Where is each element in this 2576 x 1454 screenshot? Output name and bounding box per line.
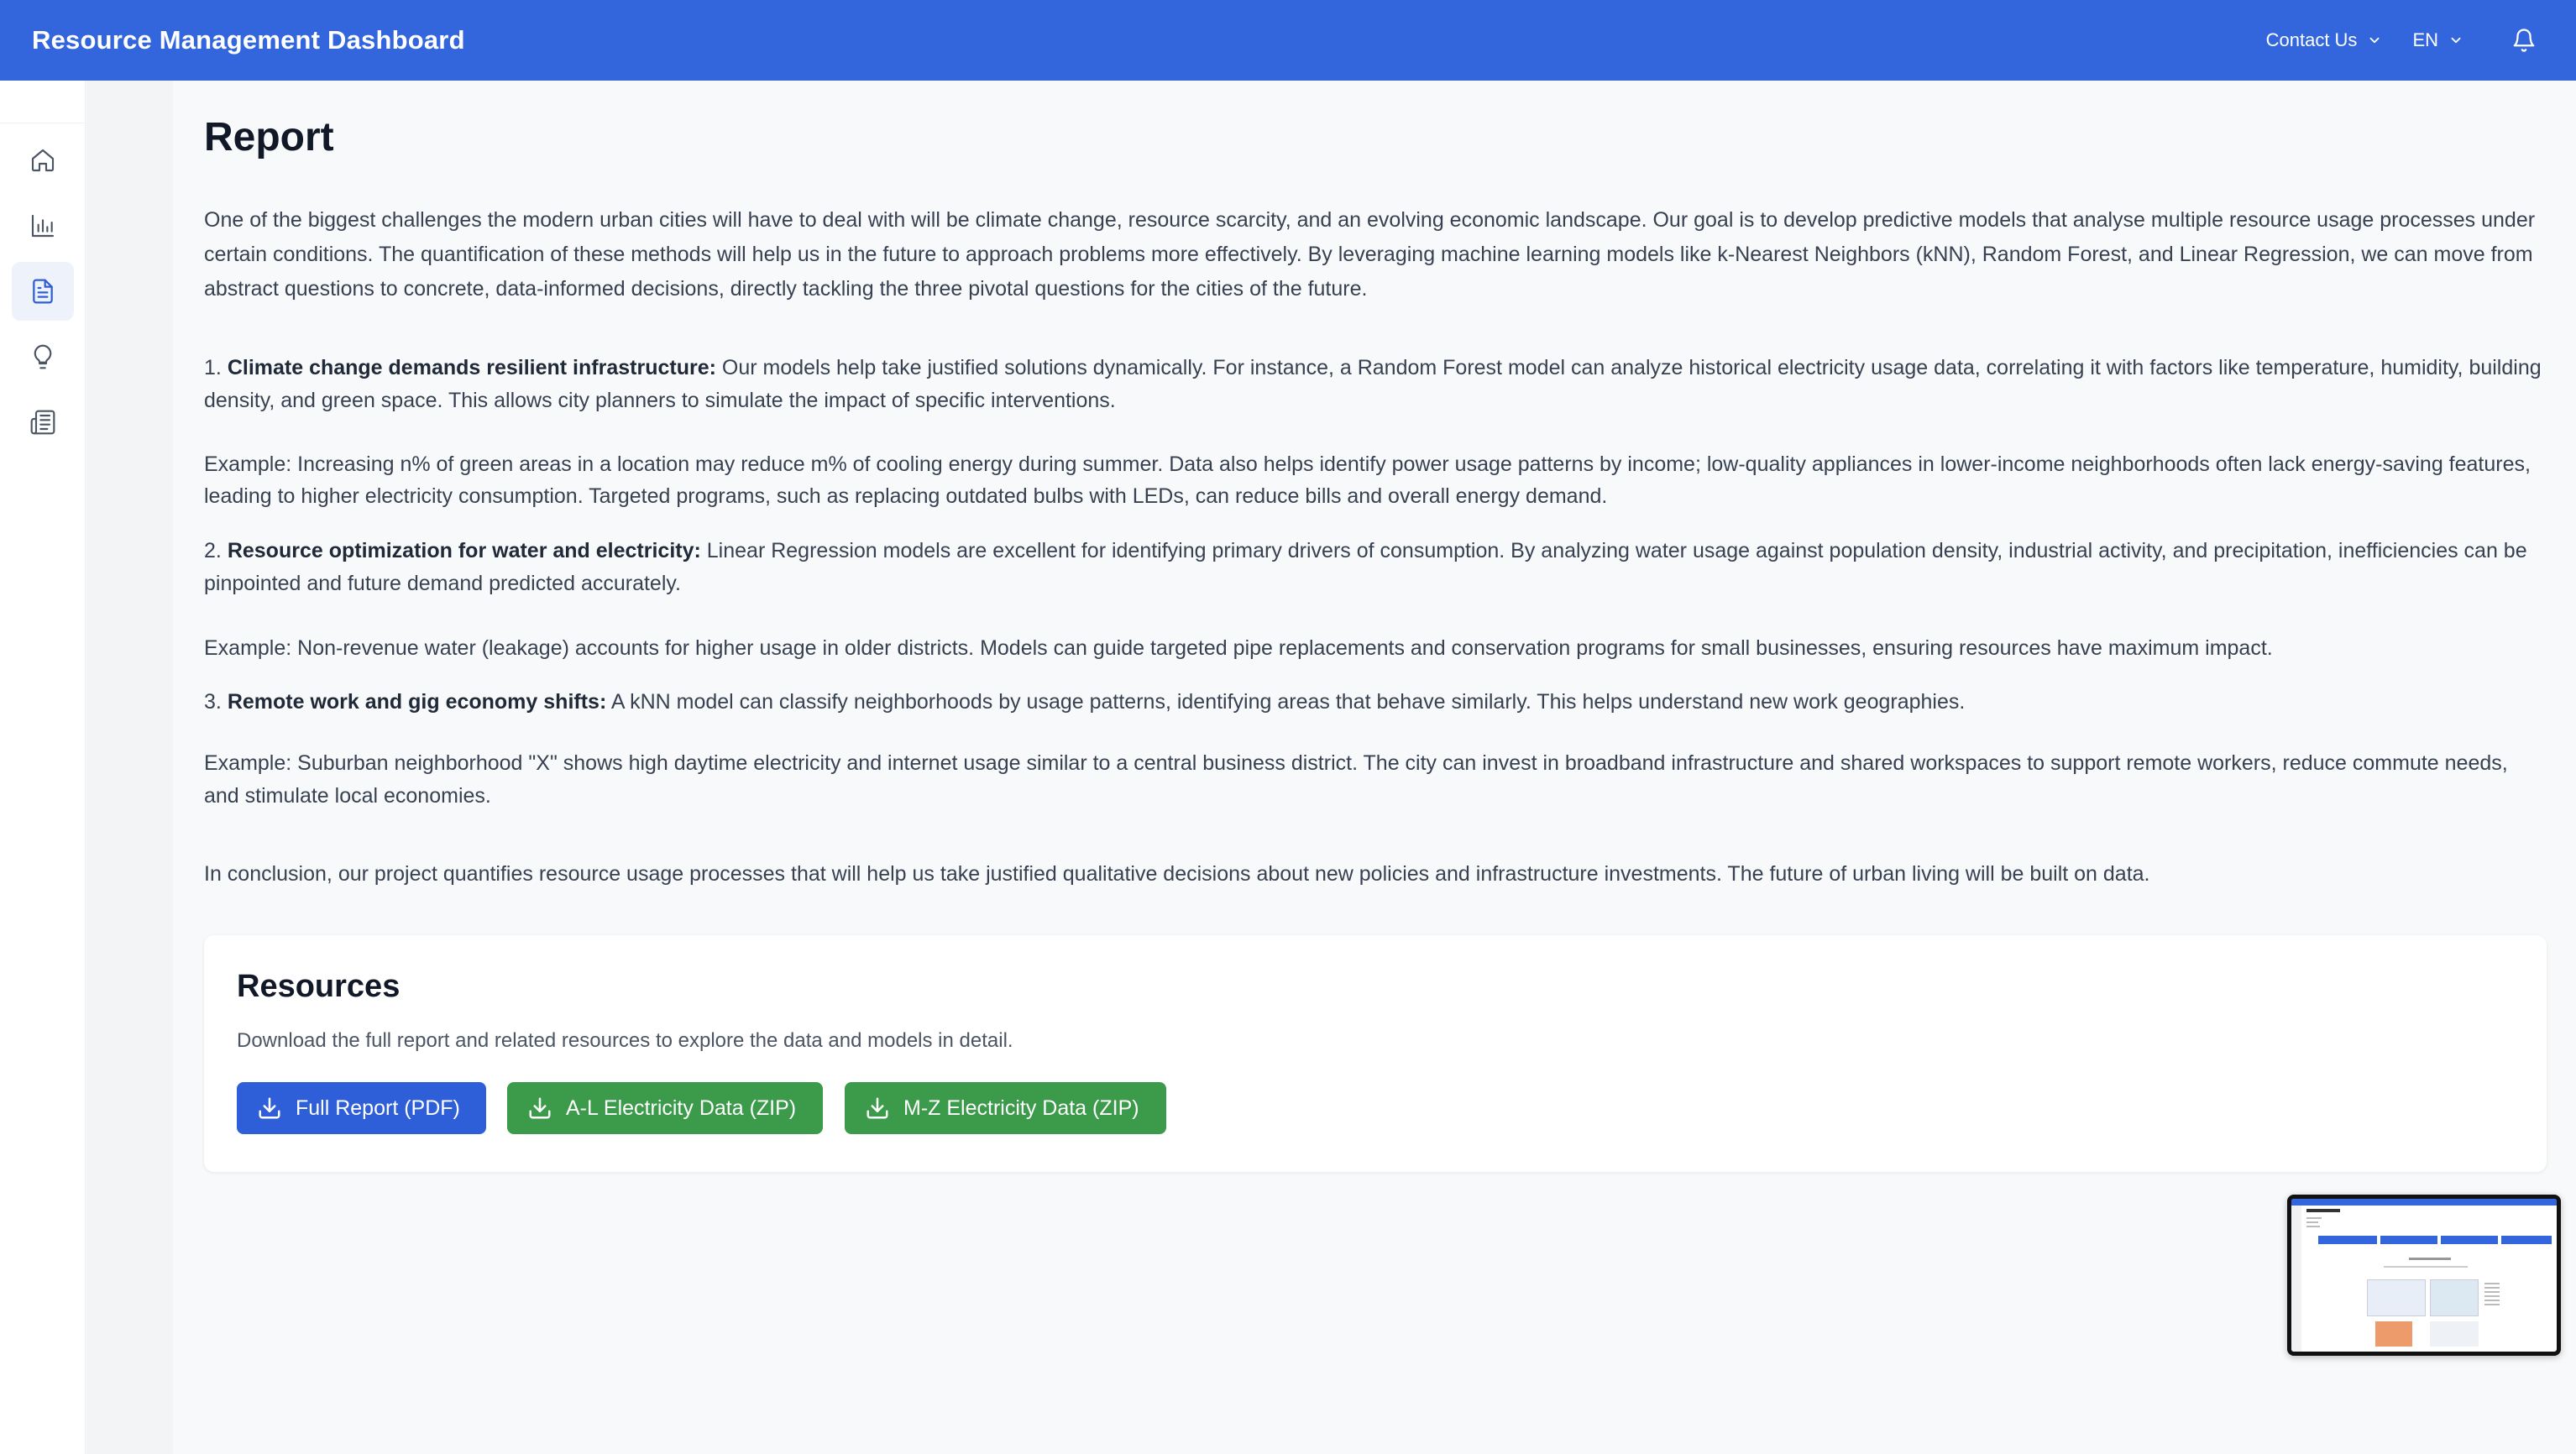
- header-actions: Contact Us EN: [2266, 0, 2544, 81]
- report-conclusion: In conclusion, our project quantifies re…: [204, 862, 2150, 886]
- point-heading: Resource optimization for water and elec…: [227, 539, 701, 562]
- sidebar-item-report[interactable]: [12, 262, 74, 321]
- preview-tab: [2380, 1236, 2437, 1244]
- bell-icon: [2513, 29, 2535, 52]
- preview-legend: [2484, 1283, 2500, 1308]
- preview-text-line: [2306, 1217, 2322, 1219]
- download-mz-data-button[interactable]: M-Z Electricity Data (ZIP): [845, 1082, 1166, 1134]
- notifications-button[interactable]: [2507, 24, 2541, 57]
- resources-title: Resources: [237, 969, 401, 1004]
- resources-description: Download the full report and related res…: [237, 1029, 1013, 1052]
- report-point-3: 3. Remote work and gig economy shifts: A…: [204, 685, 2547, 719]
- sidebar: N: [0, 81, 86, 1454]
- point-number: 2.: [204, 539, 222, 562]
- preview-tab: [2501, 1236, 2552, 1244]
- home-icon: [31, 149, 55, 172]
- report-intro: One of the biggest challenges the modern…: [204, 208, 2536, 301]
- point-number: 1.: [204, 356, 222, 379]
- preview-plot: [2430, 1321, 2479, 1347]
- point-number: 3.: [204, 690, 222, 714]
- button-label: M-Z Electricity Data (ZIP): [903, 1096, 1139, 1120]
- preview-text-line: [2306, 1221, 2318, 1223]
- document-icon: [33, 279, 53, 304]
- contact-us-dropdown[interactable]: Contact Us: [2266, 29, 2383, 51]
- preview-sidebar: [2291, 1206, 2301, 1352]
- page-title: Report: [204, 115, 334, 160]
- page-preview-thumbnail[interactable]: [2287, 1195, 2561, 1356]
- preview-plot: [2430, 1279, 2479, 1316]
- point-heading: Climate change demands resilient infrast…: [227, 356, 716, 379]
- report-point-2-example: Example: Non-revenue water (leakage) acc…: [204, 636, 2273, 660]
- lightbulb-icon: [34, 344, 52, 369]
- chevron-down-icon: [2451, 37, 2461, 44]
- bar-chart-icon: [31, 214, 55, 238]
- sidebar-item-news[interactable]: [12, 393, 74, 452]
- point-heading: Remote work and gig economy shifts:: [227, 690, 607, 714]
- preview-title: [2306, 1209, 2340, 1212]
- app-title: Resource Management Dashboard: [32, 25, 465, 55]
- report-point-3-example: Example: Suburban neighborhood "X" shows…: [204, 751, 2508, 808]
- preview-plot: [2375, 1321, 2412, 1347]
- chevron-down-icon: [2370, 37, 2380, 44]
- button-label: Full Report (PDF): [296, 1096, 460, 1120]
- point-text: A kNN model can classify neighborhoods b…: [610, 690, 1966, 714]
- download-al-data-button[interactable]: A-L Electricity Data (ZIP): [507, 1082, 823, 1134]
- preview-chart-subtitle: [2384, 1266, 2468, 1268]
- language-label: EN: [2412, 29, 2438, 50]
- preview-text-line: [2306, 1226, 2320, 1227]
- preview-tab: [2441, 1236, 2498, 1244]
- sidebar-item-charts[interactable]: [12, 196, 74, 255]
- sidebar-item-home[interactable]: [12, 131, 74, 190]
- resources-card: Resources Download the full report and r…: [204, 935, 2547, 1172]
- newspaper-icon: [30, 410, 55, 435]
- download-icon: [867, 1097, 888, 1119]
- contact-us-label: Contact Us: [2265, 29, 2358, 50]
- preview-screen: [2291, 1199, 2557, 1352]
- report-point-1: 1. Climate change demands resilient infr…: [204, 352, 2547, 417]
- report-point-1-example: Example: Increasing n% of green areas in…: [204, 452, 2531, 508]
- top-header: Resource Management Dashboard Contact Us…: [0, 0, 2576, 81]
- preview-plot: [2367, 1279, 2426, 1316]
- download-icon: [529, 1097, 551, 1119]
- download-full-report-button[interactable]: Full Report (PDF): [237, 1082, 486, 1134]
- sidebar-item-insights[interactable]: [12, 327, 74, 386]
- sidebar-gutter: [86, 81, 173, 1454]
- preview-header-bar: [2291, 1199, 2557, 1206]
- preview-chart-title: [2409, 1258, 2451, 1260]
- preview-tab: [2318, 1236, 2377, 1244]
- button-label: A-L Electricity Data (ZIP): [566, 1096, 797, 1120]
- language-dropdown[interactable]: EN: [2412, 29, 2463, 51]
- report-point-2: 2. Resource optimization for water and e…: [204, 535, 2547, 600]
- download-icon: [259, 1097, 280, 1119]
